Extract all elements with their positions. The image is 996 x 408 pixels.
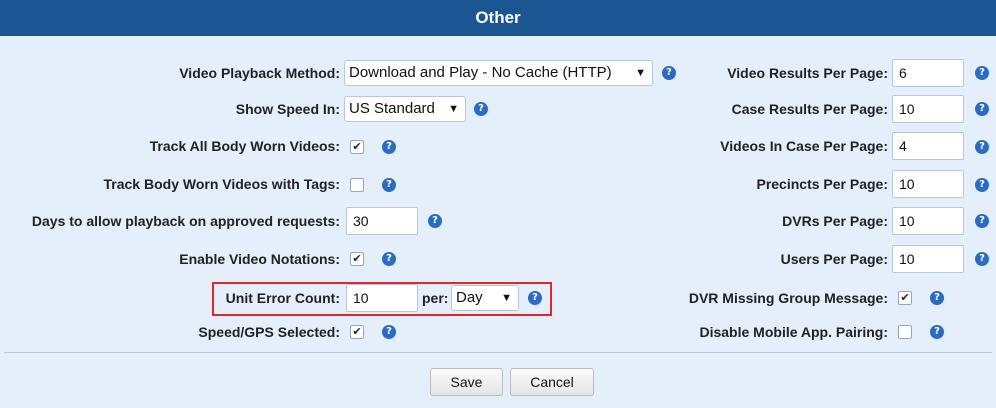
cancel-button[interactable]: Cancel <box>510 368 594 396</box>
help-icon[interactable]: ? <box>528 291 542 305</box>
precincts-label: Precincts Per Page: <box>756 176 888 192</box>
help-icon[interactable]: ? <box>975 252 989 266</box>
help-icon[interactable]: ? <box>382 252 396 266</box>
per-label: per: <box>422 290 449 306</box>
track-body-worn-tags-checkbox[interactable] <box>350 178 364 192</box>
section-title: Other <box>0 0 996 36</box>
days-playback-input[interactable]: 30 <box>346 207 418 235</box>
show-speed-select[interactable]: US Standard ▼ <box>344 96 466 122</box>
disable-mobile-pairing-label: Disable Mobile App. Pairing: <box>699 324 888 340</box>
video-results-input[interactable]: 6 <box>892 59 964 87</box>
help-icon[interactable]: ? <box>382 325 396 339</box>
track-all-body-worn-label: Track All Body Worn Videos: <box>149 138 340 154</box>
speed-gps-selected-label: Speed/GPS Selected: <box>198 324 340 340</box>
help-icon[interactable]: ? <box>975 66 989 80</box>
dvrs-input[interactable]: 10 <box>892 207 964 235</box>
help-icon[interactable]: ? <box>930 325 944 339</box>
save-button[interactable]: Save <box>430 368 503 396</box>
help-icon[interactable]: ? <box>382 178 396 192</box>
per-period-select[interactable]: Day ▼ <box>451 285 519 311</box>
precincts-input[interactable]: 10 <box>892 170 964 198</box>
disable-mobile-pairing-checkbox[interactable] <box>898 325 912 339</box>
divider <box>4 352 992 353</box>
video-playback-method-value: Download and Play - No Cache (HTTP) <box>349 64 612 81</box>
unit-error-count-input[interactable]: 10 <box>346 284 418 312</box>
chevron-down-icon: ▼ <box>501 292 512 304</box>
help-icon[interactable]: ? <box>474 102 488 116</box>
help-icon[interactable]: ? <box>428 214 442 228</box>
videos-in-case-input[interactable]: 4 <box>892 132 964 160</box>
case-results-input[interactable]: 10 <box>892 95 964 123</box>
dvr-missing-group-checkbox[interactable]: ✔ <box>898 291 912 305</box>
help-icon[interactable]: ? <box>975 140 989 154</box>
help-icon[interactable]: ? <box>975 178 989 192</box>
other-settings-panel: Other Video Playback Method: Download an… <box>0 0 996 408</box>
speed-gps-selected-checkbox[interactable]: ✔ <box>350 325 364 339</box>
video-playback-method-label: Video Playback Method: <box>179 65 340 81</box>
dvrs-label: DVRs Per Page: <box>782 213 888 229</box>
video-results-label: Video Results Per Page: <box>727 65 888 81</box>
videos-in-case-label: Videos In Case Per Page: <box>720 138 888 154</box>
track-body-worn-tags-label: Track Body Worn Videos with Tags: <box>103 176 341 192</box>
case-results-label: Case Results Per Page: <box>731 101 888 117</box>
users-label: Users Per Page: <box>780 251 888 267</box>
enable-video-notations-label: Enable Video Notations: <box>179 251 340 267</box>
enable-video-notations-checkbox[interactable]: ✔ <box>350 252 364 266</box>
dvr-missing-group-label: DVR Missing Group Message: <box>688 290 888 306</box>
per-period-value: Day <box>456 289 483 306</box>
days-playback-label: Days to allow playback on approved reque… <box>31 213 340 229</box>
unit-error-count-label: Unit Error Count: <box>225 290 340 306</box>
help-icon[interactable]: ? <box>382 140 396 154</box>
help-icon[interactable]: ? <box>930 291 944 305</box>
help-icon[interactable]: ? <box>975 214 989 228</box>
help-icon[interactable]: ? <box>975 102 989 116</box>
show-speed-label: Show Speed In: <box>235 101 340 117</box>
track-all-body-worn-checkbox[interactable]: ✔ <box>350 140 364 154</box>
show-speed-value: US Standard <box>349 100 435 117</box>
chevron-down-icon: ▼ <box>448 103 459 115</box>
users-input[interactable]: 10 <box>892 245 964 273</box>
